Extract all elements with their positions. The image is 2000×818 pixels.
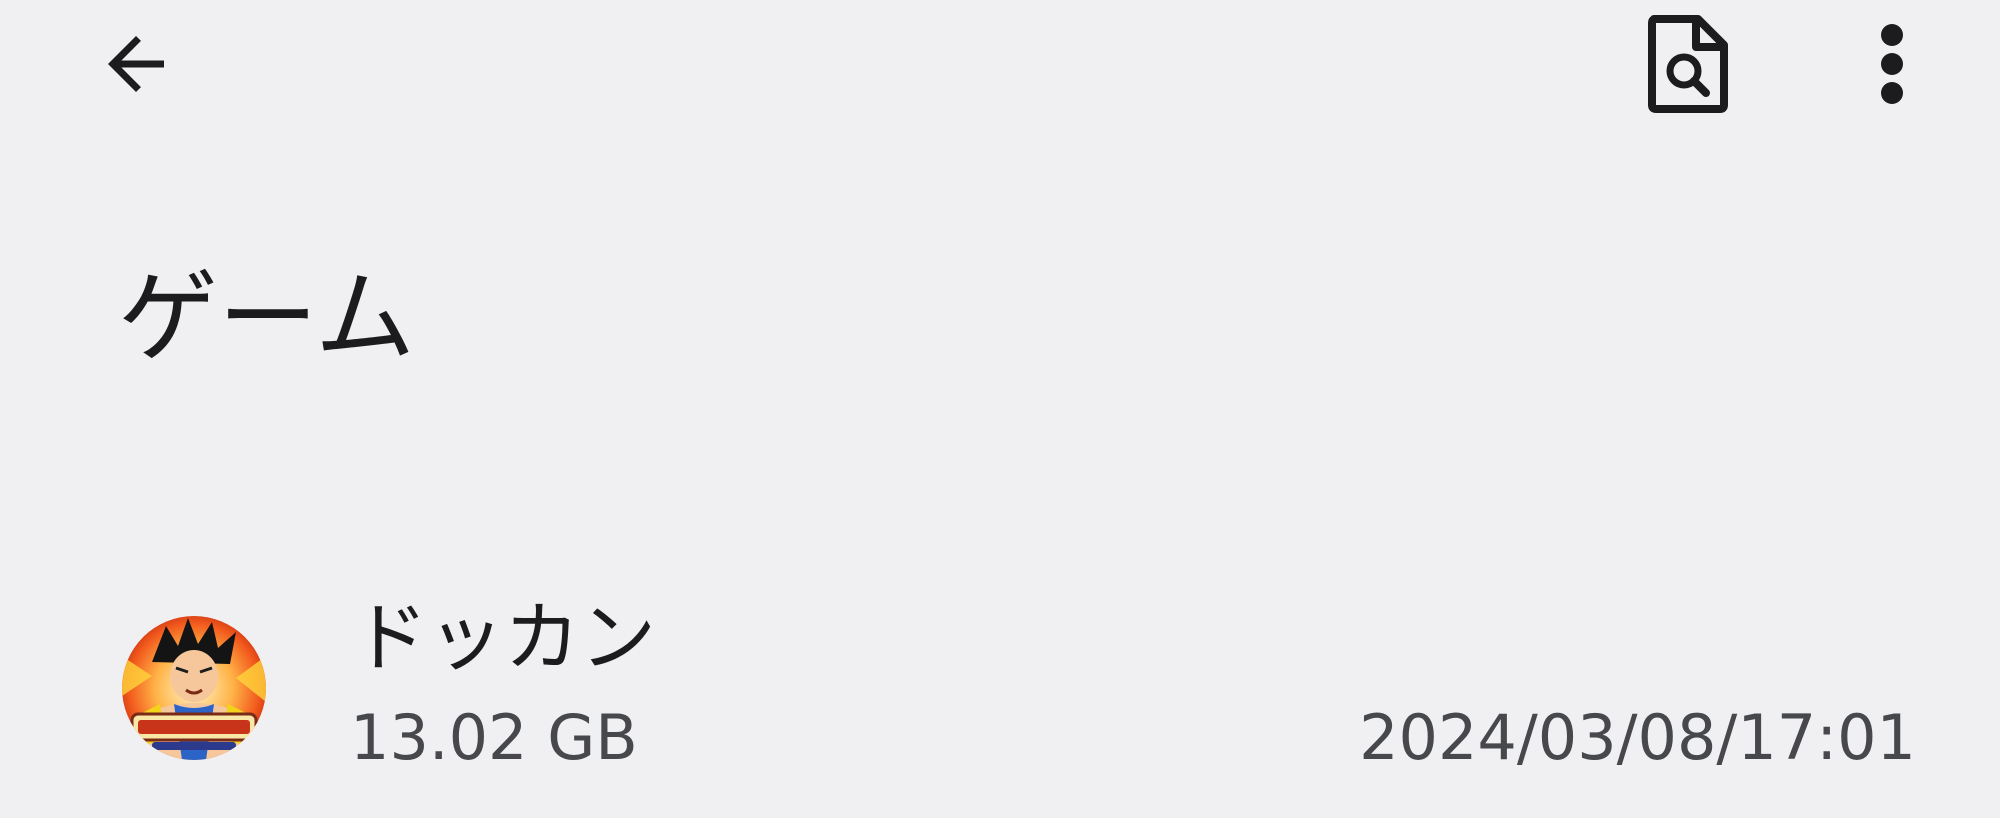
- more-vert-icon: [1881, 24, 1903, 104]
- file-preview-button[interactable]: [1636, 8, 1740, 118]
- file-search-icon: [1648, 15, 1728, 113]
- more-options-button[interactable]: [1862, 14, 1922, 114]
- item-size: 13.02 GB: [350, 701, 638, 774]
- list-item[interactable]: ドッカン 13.02 GB 2024/03/08/17:01: [0, 590, 2000, 790]
- arrow-back-icon: [108, 36, 164, 92]
- storage-category-screen: ゲーム ドッカン 13.02 GB 2024/03/08/17:01: [0, 0, 2000, 818]
- item-name: ドッカン: [352, 593, 656, 682]
- item-date: 2024/03/08/17:01: [1359, 701, 1916, 774]
- app-icon: [122, 616, 266, 760]
- page-title: ゲーム: [118, 259, 415, 376]
- dokkan-battle-app-icon: [122, 616, 266, 760]
- back-button[interactable]: [88, 16, 184, 112]
